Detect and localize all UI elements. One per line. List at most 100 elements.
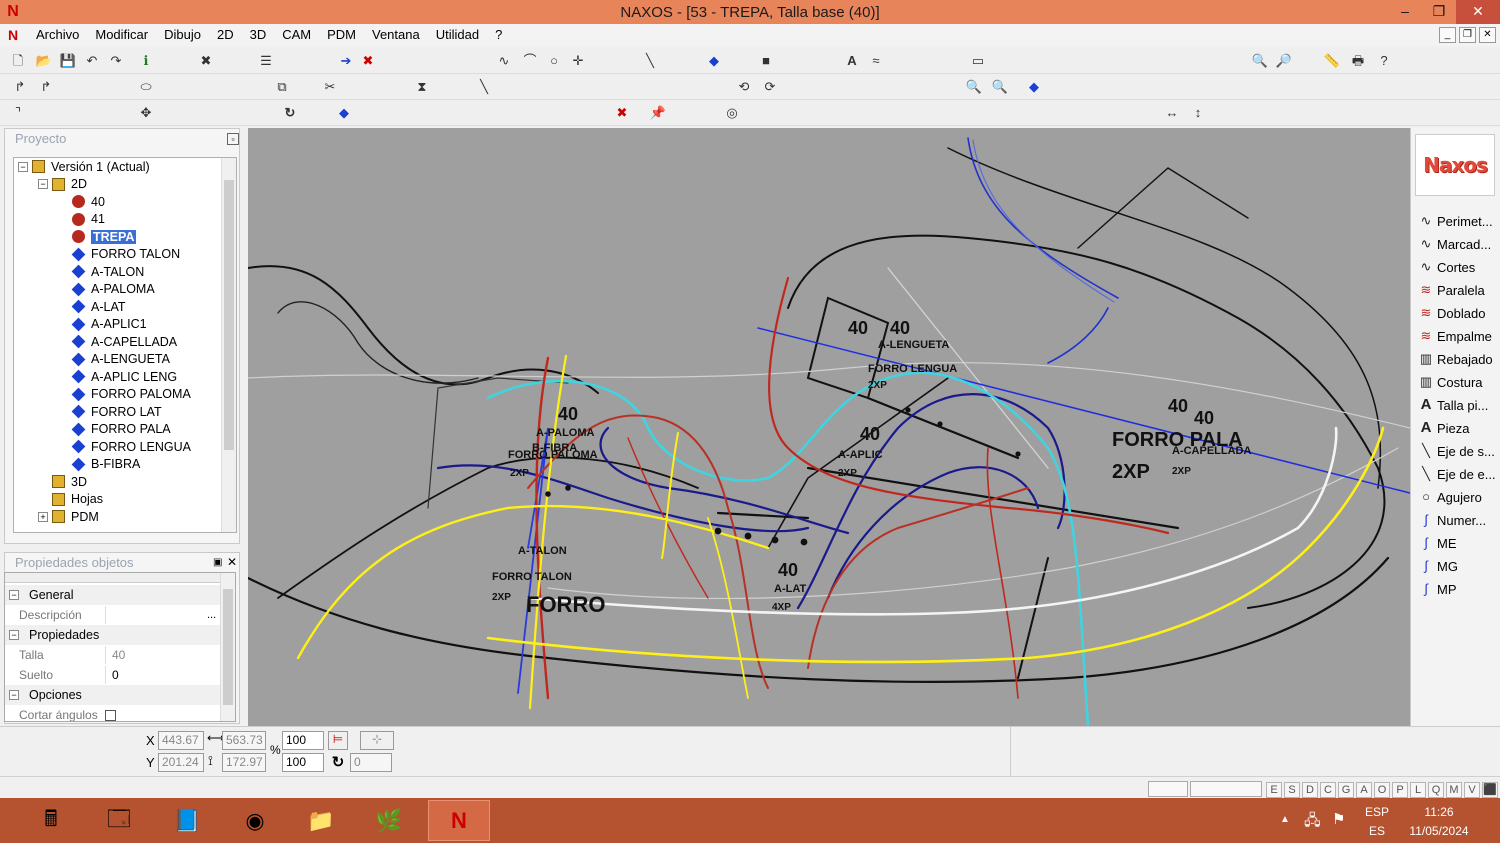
- panel-pin-icon[interactable]: ▫: [227, 133, 239, 145]
- point-icon[interactable]: ✛: [568, 52, 588, 70]
- tree-item[interactable]: − Versión 1 (Actual): [18, 158, 150, 175]
- menu-ventana[interactable]: Ventana: [364, 24, 428, 46]
- tree-item[interactable]: TREPA: [58, 228, 137, 245]
- help-icon[interactable]: ?: [1374, 52, 1394, 70]
- close-button[interactable]: ✕: [1456, 0, 1500, 24]
- language-indicator[interactable]: ESP: [1360, 805, 1394, 819]
- width-field[interactable]: 563.73: [222, 731, 266, 750]
- section-general[interactable]: − General: [5, 585, 221, 605]
- child-restore-button[interactable]: ❐: [1459, 27, 1476, 43]
- tool-numer[interactable]: ∫ Numer...: [1417, 509, 1486, 531]
- undo-icon[interactable]: ↶: [82, 52, 102, 70]
- status-toggle-o[interactable]: O: [1374, 782, 1390, 798]
- child-minimize-button[interactable]: _: [1439, 27, 1456, 43]
- menu-2d[interactable]: 2D: [209, 24, 242, 46]
- menu-utilidad[interactable]: Utilidad: [428, 24, 487, 46]
- tree-item[interactable]: A-APLIC1: [58, 316, 147, 333]
- clock-time[interactable]: 11:26: [1404, 805, 1474, 819]
- curve-tool-icon[interactable]: ↱: [10, 78, 30, 96]
- descripcion-field[interactable]: [105, 606, 207, 624]
- tree-item[interactable]: FORRO PALOMA: [58, 386, 191, 403]
- tree-item[interactable]: + PDM: [38, 508, 99, 525]
- status-toggle-a[interactable]: A: [1356, 782, 1372, 798]
- menu-3d[interactable]: 3D: [242, 24, 275, 46]
- dimension-v-icon[interactable]: ↕: [1188, 104, 1208, 122]
- naxos-taskbar-icon[interactable]: N: [428, 800, 490, 841]
- status-toggle-e[interactable]: E: [1266, 782, 1282, 798]
- tree-item[interactable]: FORRO LENGUA: [58, 438, 191, 455]
- tool-eje-de-s[interactable]: ╲ Eje de s...: [1417, 440, 1495, 462]
- x-coordinate-field[interactable]: 443.67: [158, 731, 204, 750]
- explorer-windows-icon[interactable]: 🗔: [88, 800, 150, 841]
- tree-item[interactable]: − 2D: [38, 176, 87, 193]
- new-file-icon[interactable]: 🗋: [8, 52, 28, 70]
- line-icon[interactable]: ╲: [640, 52, 660, 70]
- tree-scrollbar[interactable]: [221, 158, 236, 532]
- drawing-canvas[interactable]: 40 40 A-LENGUETA FORRO LENGUA 2XP 40 A-P…: [248, 128, 1410, 726]
- move-cross-icon[interactable]: ✥: [136, 104, 156, 122]
- delete-piece-icon[interactable]: ✖: [196, 52, 216, 70]
- properties-pin-icon[interactable]: ▣: [213, 557, 222, 568]
- menu-dibujo[interactable]: Dibujo: [156, 24, 209, 46]
- tree-expander-icon[interactable]: +: [38, 511, 48, 522]
- tree-item[interactable]: B-FIBRA: [58, 456, 140, 473]
- tree-expander-icon[interactable]: −: [38, 179, 48, 189]
- tool-mp[interactable]: ∫ MP: [1417, 578, 1456, 600]
- tree-item[interactable]: 3D: [38, 473, 87, 490]
- tree-item[interactable]: A-APLIC LENG: [58, 368, 177, 385]
- collapse-icon[interactable]: −: [9, 590, 19, 600]
- calculator-icon[interactable]: 🖩: [20, 800, 82, 841]
- tool-mg[interactable]: ∫ MG: [1417, 555, 1458, 577]
- tool-talla-pi[interactable]: A Talla pi...: [1417, 394, 1489, 416]
- properties-scroll-thumb[interactable]: [223, 589, 233, 705]
- print-icon[interactable]: 🖶: [1348, 52, 1368, 70]
- app-shortcut-icon[interactable]: 📘: [156, 800, 218, 841]
- zoom-out-icon[interactable]: 🔎: [1274, 52, 1294, 70]
- status-toggle-l[interactable]: L: [1410, 782, 1426, 798]
- rectangle-icon[interactable]: ▭: [968, 52, 988, 70]
- tree-item[interactable]: 41: [58, 211, 105, 228]
- status-toggle-s[interactable]: S: [1284, 782, 1300, 798]
- tree-item[interactable]: FORRO PALA: [58, 421, 171, 438]
- status-app-icon[interactable]: ⬛: [1482, 782, 1498, 798]
- info-icon[interactable]: ℹ: [136, 52, 156, 70]
- tool-empalme[interactable]: ≋ Empalme: [1417, 325, 1492, 347]
- descripcion-ellipsis-button[interactable]: ...: [207, 609, 221, 621]
- tree-item[interactable]: A-LENGUETA: [58, 351, 170, 368]
- redo-icon[interactable]: ↷: [106, 52, 126, 70]
- network-icon[interactable]: 🖧: [1304, 810, 1321, 835]
- cortar-checkbox[interactable]: [105, 709, 116, 721]
- tree-item[interactable]: FORRO LAT: [58, 403, 162, 420]
- status-toggle-v[interactable]: V: [1464, 782, 1480, 798]
- square-icon[interactable]: ■: [756, 52, 776, 70]
- tool-rebajado[interactable]: ▥ Rebajado: [1417, 348, 1493, 370]
- properties-scrollbar[interactable]: [220, 573, 235, 721]
- talla-field[interactable]: 40: [105, 646, 221, 664]
- tree-item[interactable]: A-CAPELLADA: [58, 333, 177, 350]
- menu-modificar[interactable]: Modificar: [87, 24, 156, 46]
- pattern-drawing[interactable]: 40 40 A-LENGUETA FORRO LENGUA 2XP 40 A-P…: [248, 128, 1410, 726]
- status-toggle-q[interactable]: Q: [1428, 782, 1444, 798]
- cut-icon[interactable]: ✂: [320, 78, 340, 96]
- layers-icon[interactable]: ☰: [256, 52, 276, 70]
- tool-paralela[interactable]: ≋ Paralela: [1417, 279, 1485, 301]
- properties-close-icon[interactable]: ✕: [227, 555, 237, 569]
- mirror-icon[interactable]: ⧗: [412, 78, 432, 96]
- ellipse-icon[interactable]: ⬭: [136, 78, 156, 96]
- diamond-2-icon[interactable]: ◆: [1024, 78, 1044, 96]
- tool-agujero[interactable]: ○ Agujero: [1417, 486, 1482, 508]
- ruler-icon[interactable]: 📏: [1322, 52, 1342, 70]
- tree-item[interactable]: A-LAT: [58, 298, 126, 315]
- chrome-icon[interactable]: ◉: [224, 800, 286, 841]
- move-arrow-icon[interactable]: ➔: [336, 52, 356, 70]
- status-toggle-m[interactable]: M: [1446, 782, 1462, 798]
- tray-arrow-icon[interactable]: ▲: [1280, 814, 1290, 825]
- zoom-2-icon[interactable]: 🔍: [990, 78, 1010, 96]
- corner-icon[interactable]: ⌝: [8, 104, 28, 122]
- status-toggle-c[interactable]: C: [1320, 782, 1336, 798]
- scale-y-field[interactable]: 100: [282, 753, 324, 772]
- tool-me[interactable]: ∫ ME: [1417, 532, 1456, 554]
- clock-date[interactable]: 11/05/2024: [1404, 824, 1474, 838]
- y-coordinate-field[interactable]: 201.24: [158, 753, 204, 772]
- zoom-icon[interactable]: 🔍: [1250, 52, 1270, 70]
